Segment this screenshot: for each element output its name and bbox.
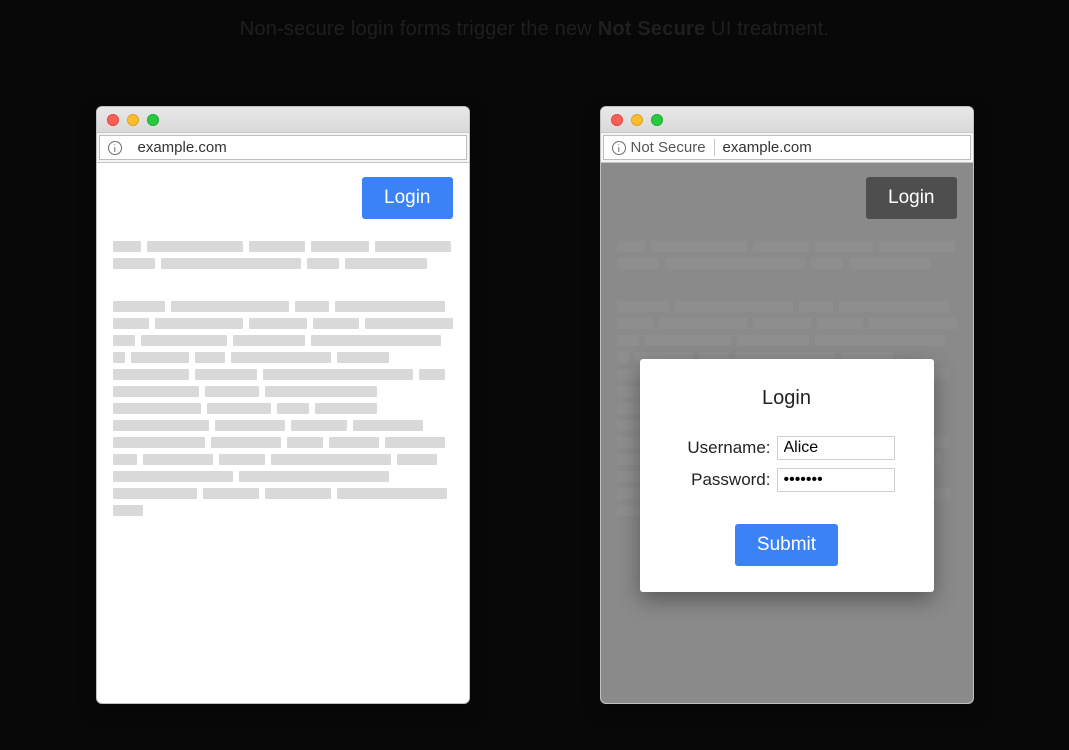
modal-overlay: Login Username: Password: Submit <box>601 163 973 703</box>
password-input[interactable] <box>777 468 895 492</box>
browser-window-after: Not Secure example.com Login <box>600 106 974 704</box>
address-text: example.com <box>130 139 235 156</box>
page-content: Login <box>97 163 469 703</box>
not-secure-label: Not Secure <box>631 139 706 156</box>
window-titlebar <box>97 107 469 133</box>
address-text: example.com <box>715 139 820 156</box>
close-icon[interactable] <box>611 114 623 126</box>
info-icon <box>612 141 626 155</box>
maximize-icon[interactable] <box>147 114 159 126</box>
address-bar[interactable]: example.com <box>99 135 467 160</box>
login-modal: Login Username: Password: Submit <box>640 359 934 592</box>
minimize-icon[interactable] <box>127 114 139 126</box>
login-button[interactable]: Login <box>362 177 453 219</box>
address-row: Not Secure example.com <box>601 133 973 163</box>
submit-button[interactable]: Submit <box>735 524 838 566</box>
caption-post: UI treatment. <box>705 18 829 40</box>
page-content: Login Login <box>601 163 973 703</box>
page-info-chip[interactable] <box>100 141 130 155</box>
minimize-icon[interactable] <box>631 114 643 126</box>
figure-caption: Non-secure login forms trigger the new N… <box>0 18 1069 41</box>
username-label: Username: <box>679 438 771 458</box>
placeholder-text <box>113 241 453 516</box>
password-label: Password: <box>679 470 771 490</box>
info-icon <box>108 141 122 155</box>
close-icon[interactable] <box>107 114 119 126</box>
password-row: Password: <box>662 468 912 492</box>
not-secure-chip[interactable]: Not Secure <box>604 139 714 156</box>
address-bar[interactable]: Not Secure example.com <box>603 135 971 160</box>
browser-window-before: example.com Login <box>96 106 470 704</box>
caption-pre: Non-secure login forms trigger the new <box>240 18 598 40</box>
modal-title: Login <box>662 387 912 410</box>
username-row: Username: <box>662 436 912 460</box>
caption-bold: Not Secure <box>598 18 706 40</box>
window-titlebar <box>601 107 973 133</box>
maximize-icon[interactable] <box>651 114 663 126</box>
username-input[interactable] <box>777 436 895 460</box>
address-row: example.com <box>97 133 469 163</box>
